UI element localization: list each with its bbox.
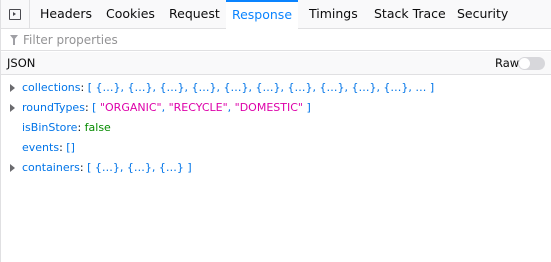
tree-key: collections <box>22 81 81 94</box>
json-section-title: JSON <box>7 56 36 70</box>
tree-separator: : <box>79 161 84 174</box>
tree-value: [ {…}, {…}, {…} ] <box>87 161 192 174</box>
tab-response[interactable]: Response <box>226 0 298 30</box>
string-value: "DOMESTIC" <box>234 101 303 114</box>
string-value: "ORGANIC" <box>99 101 162 114</box>
filter-properties-input[interactable] <box>23 31 523 49</box>
tab-bar: Headers Cookies Request Response Timings… <box>1 0 551 30</box>
tree-row-isbinstore[interactable]: isBinStore: false <box>1 119 551 139</box>
triangle-right-icon[interactable] <box>10 164 15 172</box>
raw-toggle-knob <box>519 58 530 69</box>
tree-row-roundtypes[interactable]: roundTypes: [ "ORGANIC", "RECYCLE", "DOM… <box>1 99 551 119</box>
tree-key: containers <box>22 161 80 174</box>
triangle-right-icon[interactable] <box>10 104 15 112</box>
tree-value: [] <box>66 141 75 154</box>
tree-key: roundTypes <box>22 101 85 114</box>
tree-row-events[interactable]: events: [] <box>1 139 551 159</box>
tree-separator: : <box>80 81 85 94</box>
array-close-bracket: ] <box>302 101 311 114</box>
array-comma: , <box>227 101 235 114</box>
array-open-bracket: [ <box>92 101 100 114</box>
tab-security[interactable]: Security <box>457 0 508 29</box>
tab-cookies[interactable]: Cookies <box>106 0 155 29</box>
filter-icon <box>10 35 18 45</box>
tab-timings[interactable]: Timings <box>309 0 358 29</box>
panel-toggle-button[interactable] <box>1 0 30 29</box>
tree-separator: : <box>84 101 89 114</box>
tree-row-containers[interactable]: containers: [ {…}, {…}, {…} ] <box>1 159 551 179</box>
json-tree: collections: [ {…}, {…}, {…}, {…}, {…}, … <box>1 79 551 179</box>
string-value: "RECYCLE" <box>168 101 228 114</box>
tree-row-collections[interactable]: collections: [ {…}, {…}, {…}, {…}, {…}, … <box>1 79 551 99</box>
tab-headers[interactable]: Headers <box>40 0 92 29</box>
array-comma: , <box>161 101 169 114</box>
tab-stack-trace[interactable]: Stack Trace <box>374 0 446 29</box>
tree-key: isBinStore <box>22 121 78 134</box>
tree-separator: : <box>59 141 63 154</box>
filter-bar <box>1 29 551 51</box>
tab-request[interactable]: Request <box>169 0 220 29</box>
tree-key: events <box>22 141 60 154</box>
tree-separator: : <box>77 121 82 134</box>
sidebar-toggle-icon <box>9 9 21 20</box>
raw-toggle-switch[interactable] <box>518 57 545 70</box>
raw-toggle-label: Raw <box>495 56 520 70</box>
json-section-header[interactable]: JSON Raw <box>1 52 551 75</box>
boolean-value: false <box>84 121 111 134</box>
tree-value: [ {…}, {…}, {…}, {…}, {…}, {…}, {…}, {…}… <box>87 81 435 94</box>
network-details-panel: Headers Cookies Request Response Timings… <box>0 0 551 262</box>
triangle-right-icon[interactable] <box>10 84 15 92</box>
